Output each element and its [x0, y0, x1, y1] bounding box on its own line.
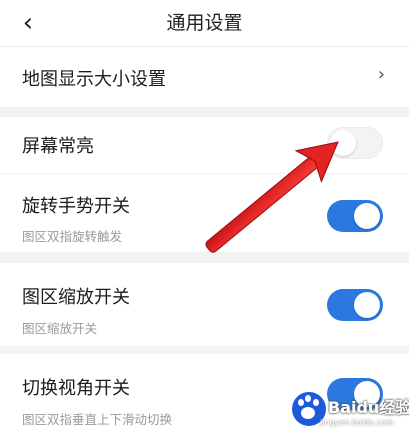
rotate-toggle[interactable]: [327, 200, 383, 232]
setting-row-zoom: 图区缩放开关 图区缩放开关: [0, 263, 409, 346]
page-title: 通用设置: [166, 12, 243, 34]
watermark-url: jingyan.baidu.com: [320, 418, 394, 427]
screen-on-label: 屏幕常亮: [22, 136, 94, 157]
toggle-knob: [354, 292, 380, 318]
setting-row-rotate: 旋转手势开关 图区双指旋转触发: [0, 174, 409, 252]
zoom-label: 图区缩放开关: [22, 287, 130, 308]
view-angle-label: 切换视角开关: [22, 378, 130, 399]
toggle-knob: [330, 130, 356, 156]
setting-row-map-size[interactable]: 地图显示大小设置 ›: [0, 47, 409, 107]
chevron-right-icon: ›: [377, 64, 385, 85]
baidu-watermark: Baidu经验 jingyan.baidu.com: [290, 384, 409, 434]
screen-on-toggle[interactable]: [327, 127, 383, 159]
top-bar: ‹ 通用设置: [0, 0, 409, 47]
zoom-description: 图区缩放开关: [22, 321, 98, 336]
zoom-toggle[interactable]: [327, 289, 383, 321]
view-angle-description: 图区双指垂直上下滑动切换: [22, 412, 173, 427]
toggle-knob: [354, 203, 380, 229]
rotate-label: 旋转手势开关: [22, 196, 130, 217]
watermark-text: Baidu经验: [328, 398, 409, 417]
map-size-label: 地图显示大小设置: [22, 69, 166, 90]
rotate-description: 图区双指旋转触发: [22, 229, 123, 244]
setting-row-screen-on: 屏幕常亮: [0, 117, 409, 173]
